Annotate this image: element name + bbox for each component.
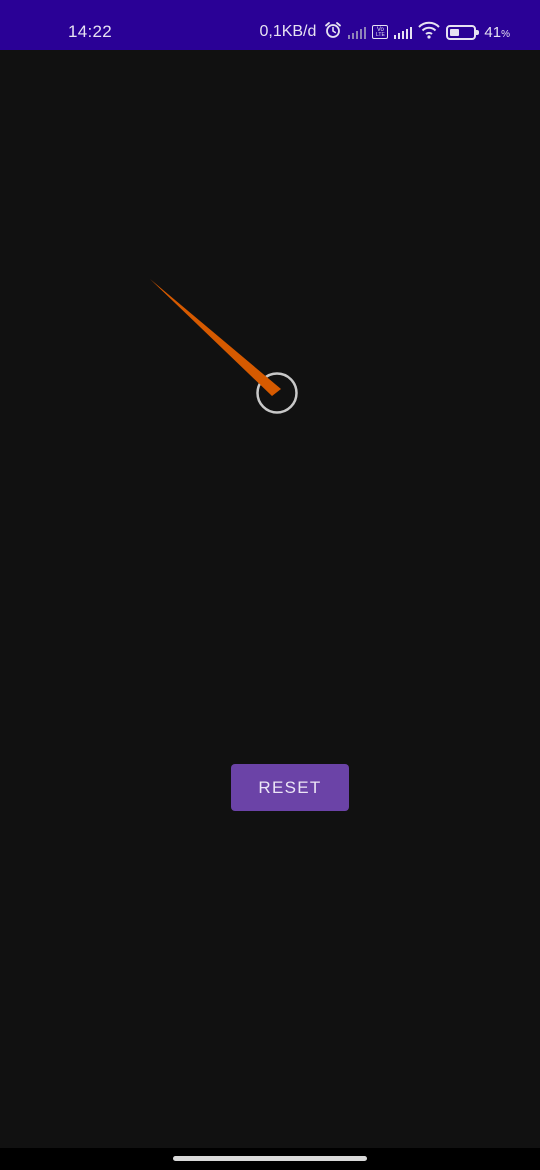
gauge-canvas xyxy=(150,279,298,414)
home-indicator[interactable] xyxy=(173,1156,367,1161)
wifi-icon xyxy=(418,21,441,44)
signal-icon xyxy=(348,25,367,39)
volte-icon: Vo LTE xyxy=(372,25,389,39)
signal-icon-2 xyxy=(394,25,413,39)
battery-icon xyxy=(446,24,480,40)
battery-percent: 41% xyxy=(484,23,510,41)
gauge-needle[interactable] xyxy=(150,279,281,396)
status-icons: 0,1KB/d Vo LTE 41% xyxy=(259,20,510,44)
app-screen: 14:22 0,1KB/d Vo LTE 41% RESET xyxy=(0,0,540,1170)
status-bar: 14:22 0,1KB/d Vo LTE 41% xyxy=(0,0,540,50)
alarm-icon xyxy=(324,21,342,44)
status-time: 14:22 xyxy=(68,22,113,41)
network-speed: 0,1KB/d xyxy=(259,23,317,40)
navigation-bar xyxy=(0,1148,540,1170)
reset-button[interactable]: RESET xyxy=(231,764,349,811)
